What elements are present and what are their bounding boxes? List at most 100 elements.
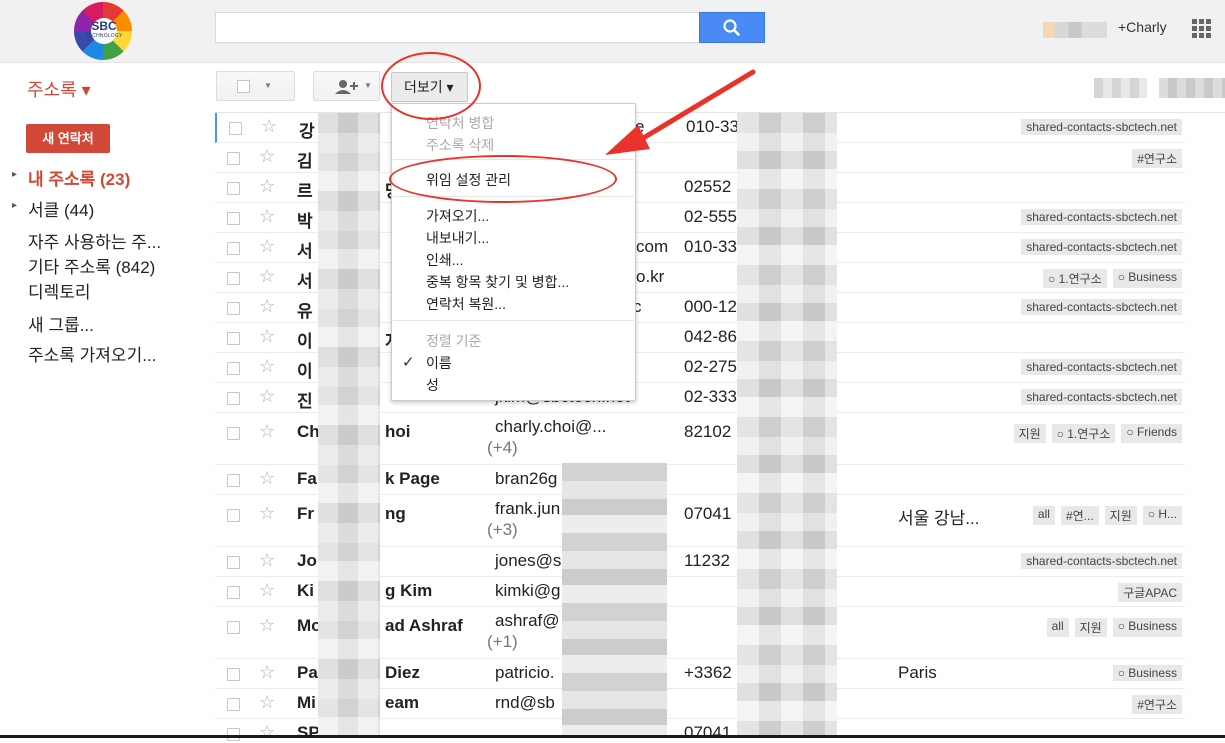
row-checkbox[interactable] (227, 362, 240, 375)
row-checkbox[interactable] (227, 272, 240, 285)
contact-label-chip[interactable]: ○ Friends (1121, 424, 1182, 443)
row-checkbox[interactable] (227, 668, 240, 681)
star-icon[interactable]: ☆ (259, 503, 275, 524)
row-checkbox[interactable] (229, 122, 242, 135)
contact-name[interactable]: Jo (297, 551, 317, 571)
row-checkbox[interactable] (227, 302, 240, 315)
nav-circles[interactable]: 서클 (44) (28, 196, 94, 221)
new-contact-button[interactable]: 새 연락처 (26, 124, 110, 153)
contact-phone[interactable]: 82102 (684, 422, 731, 442)
contact-name[interactable]: 김 (297, 147, 313, 172)
contact-name[interactable]: 이 (297, 357, 313, 382)
contact-phone[interactable]: 02-333 (684, 387, 737, 407)
star-icon[interactable]: ☆ (259, 206, 275, 227)
contact-name[interactable]: 유 (297, 297, 313, 322)
apps-grid-icon[interactable] (1192, 19, 1212, 39)
expand-arrow-icon[interactable]: ▸ (12, 200, 17, 211)
account-avatar-blurred[interactable] (1043, 22, 1107, 38)
contact-email[interactable]: kimki@g (495, 581, 560, 601)
contact-name[interactable]: Fa (297, 469, 317, 489)
contact-name-tail[interactable]: k Page (385, 469, 440, 489)
menu-export[interactable]: 내보내기... (426, 228, 489, 248)
contact-label-chip[interactable]: shared-contacts-sbctech.net (1021, 119, 1182, 135)
contact-email[interactable]: patricio. (495, 663, 555, 683)
star-icon[interactable]: ☆ (259, 146, 275, 167)
menu-print[interactable]: 인쇄... (426, 250, 463, 270)
contact-name[interactable]: SP (297, 723, 320, 743)
pagination-blurred[interactable] (1094, 78, 1147, 98)
row-checkbox[interactable] (227, 586, 240, 599)
contact-phone[interactable]: 02-555 (684, 207, 737, 227)
contact-name[interactable]: 박 (297, 207, 313, 232)
contact-label-chip[interactable]: shared-contacts-sbctech.net (1021, 553, 1182, 569)
star-icon[interactable]: ☆ (259, 266, 275, 287)
star-icon[interactable]: ☆ (259, 356, 275, 377)
more-emails-count[interactable]: (+4) (487, 438, 518, 458)
star-icon[interactable]: ☆ (259, 662, 275, 683)
menu-import[interactable]: 가져오기... (426, 206, 489, 226)
settings-blurred[interactable] (1159, 78, 1225, 98)
contact-label-chip[interactable]: ○ Business (1112, 665, 1182, 681)
contact-email[interactable]: charly.choi@... (495, 417, 606, 437)
star-icon[interactable]: ☆ (259, 692, 275, 713)
contact-name[interactable]: Mi (297, 693, 316, 713)
contact-label-chip[interactable]: 지원 (1013, 424, 1046, 443)
row-checkbox[interactable] (227, 392, 240, 405)
row-checkbox[interactable] (227, 182, 240, 195)
contact-phone[interactable]: 000-12 (684, 297, 737, 317)
star-icon[interactable]: ☆ (259, 550, 275, 571)
contact-label-chip[interactable]: shared-contacts-sbctech.net (1021, 239, 1182, 255)
search-button[interactable] (699, 12, 765, 43)
contact-name[interactable]: Pa (297, 663, 318, 683)
row-checkbox[interactable] (227, 212, 240, 225)
more-emails-count[interactable]: (+1) (487, 632, 518, 652)
contact-label-chip[interactable]: 지원 (1104, 506, 1137, 525)
contact-label-chip[interactable]: ○ Business (1112, 269, 1182, 288)
star-icon[interactable]: ☆ (259, 176, 275, 197)
nav-most-contacted[interactable]: 자주 사용하는 주... (28, 228, 161, 253)
select-checkbox-dropdown[interactable]: ▼ (216, 71, 295, 101)
contact-email-tail[interactable]: com (636, 237, 668, 257)
more-emails-count[interactable]: (+3) (487, 520, 518, 540)
nav-directory[interactable]: 디렉토리 (28, 278, 91, 303)
contact-phone[interactable]: +3362 (684, 663, 732, 683)
star-icon[interactable]: ☆ (259, 615, 275, 636)
contact-label-chip[interactable]: #연... (1060, 506, 1099, 525)
contact-name[interactable]: 진 (297, 387, 313, 412)
contact-name-tail[interactable]: hoi (385, 422, 411, 442)
nav-other-contacts[interactable]: 기타 주소록 (842) (28, 253, 155, 278)
contact-name[interactable]: 강 (299, 117, 315, 142)
contact-label-chip[interactable]: shared-contacts-sbctech.net (1021, 389, 1182, 405)
contact-email[interactable]: frank.jun (495, 499, 560, 519)
contact-email[interactable]: jones@s (495, 551, 561, 571)
star-icon[interactable]: ☆ (259, 386, 275, 407)
contact-name[interactable]: 르 (297, 177, 313, 202)
star-icon[interactable]: ☆ (259, 580, 275, 601)
row-checkbox[interactable] (227, 242, 240, 255)
star-icon[interactable]: ☆ (259, 236, 275, 257)
nav-new-group[interactable]: 새 그룹... (28, 311, 94, 336)
expand-arrow-icon[interactable]: ▸ (12, 169, 17, 180)
contact-label-chip[interactable]: ○ Business (1112, 618, 1182, 637)
contact-label-chip[interactable]: ○ 1.연구소 (1051, 424, 1116, 443)
contact-phone[interactable]: 07041 (684, 504, 731, 524)
search-input[interactable] (215, 12, 699, 43)
menu-find-duplicates[interactable]: 중복 항목 찾기 및 병합... (426, 272, 569, 292)
menu-sort-last-name[interactable]: 성 (426, 375, 439, 395)
contact-name[interactable]: 서 (297, 267, 313, 292)
contact-phone[interactable]: 02-275 (684, 357, 737, 377)
row-checkbox[interactable] (227, 152, 240, 165)
select-all-checkbox[interactable] (237, 80, 250, 93)
contact-email[interactable]: rnd@sb (495, 693, 555, 713)
contact-name-tail[interactable]: g Kim (385, 581, 432, 601)
row-checkbox[interactable] (227, 332, 240, 345)
contact-email[interactable]: bran26g (495, 469, 557, 489)
menu-restore-contacts[interactable]: 연락처 복원... (426, 294, 506, 314)
contact-label-chip[interactable]: 구글APAC (1118, 583, 1182, 602)
contact-name[interactable]: 이 (297, 327, 313, 352)
contact-phone[interactable]: 042-86 (684, 327, 737, 347)
star-icon[interactable]: ☆ (259, 326, 275, 347)
nav-my-contacts[interactable]: 내 주소록 (23) (28, 165, 130, 190)
add-to-circles-button[interactable]: ▼ (313, 71, 380, 101)
contact-name-tail[interactable]: ng (385, 504, 406, 524)
